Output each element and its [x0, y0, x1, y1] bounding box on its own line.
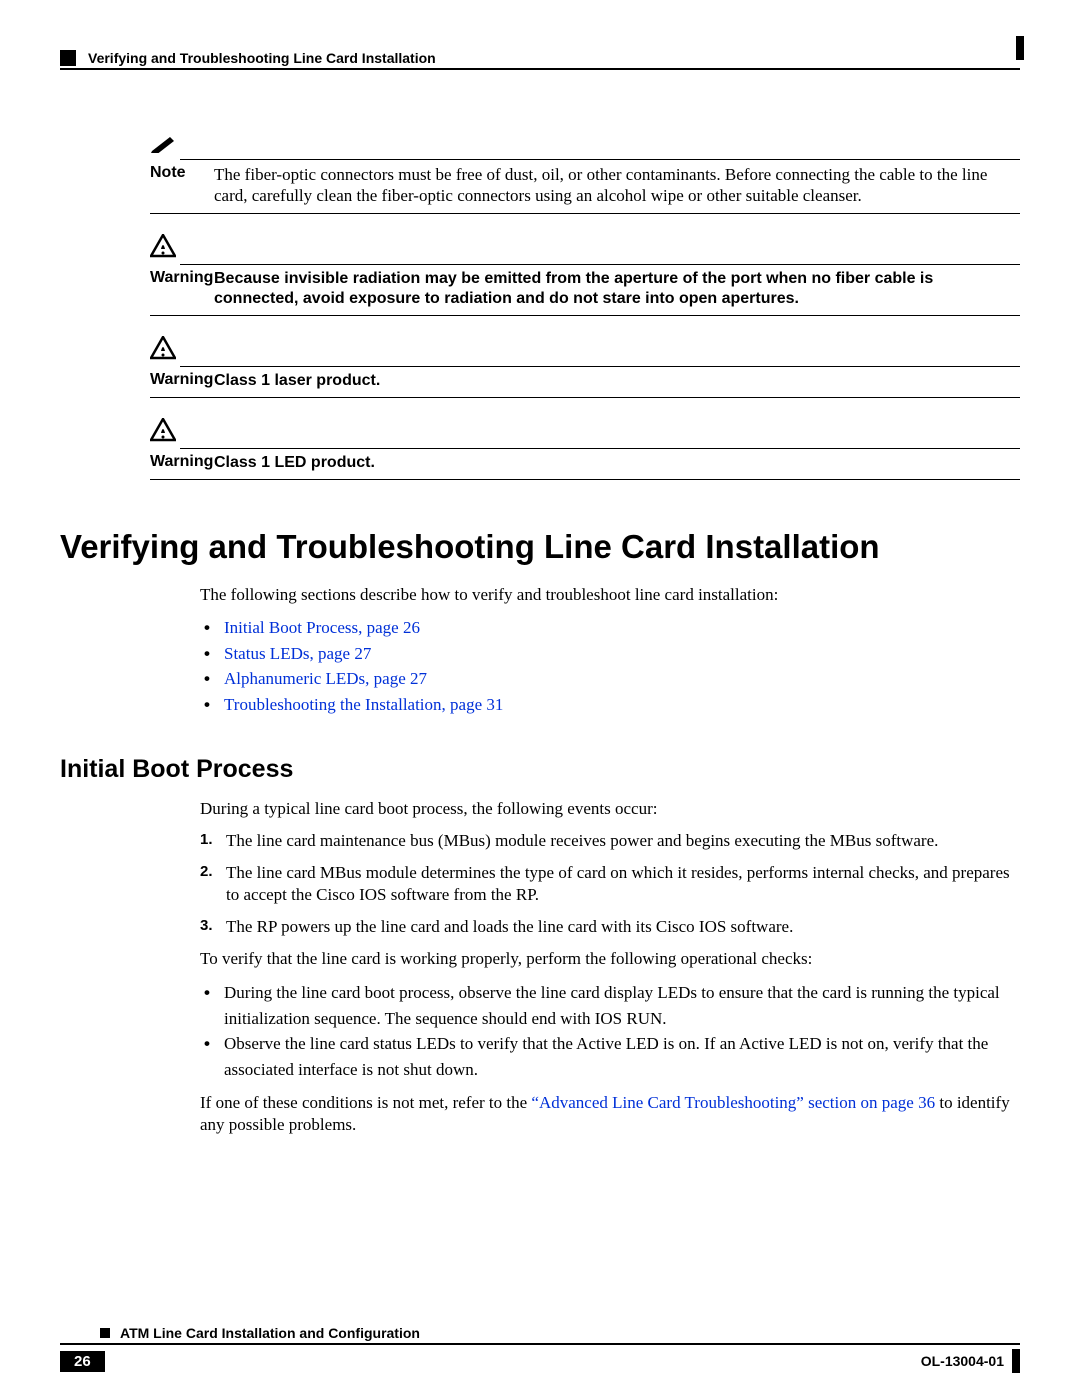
- note-text: The fiber-optic connectors must be free …: [214, 164, 1020, 207]
- check-item: Observe the line card status LEDs to ver…: [200, 1031, 1010, 1082]
- warning-label: Warning: [150, 269, 214, 309]
- warning-label: Warning: [150, 371, 214, 391]
- closing-pre: If one of these conditions is not met, r…: [200, 1093, 531, 1112]
- footer-doc-title: ATM Line Card Installation and Configura…: [120, 1325, 420, 1341]
- warning-icon: [150, 234, 180, 265]
- check-text: During the line card boot process, obser…: [224, 983, 1000, 1028]
- warning-icon: [150, 336, 180, 367]
- footer-right-mark: [1012, 1349, 1020, 1373]
- header-rule: [60, 68, 1020, 70]
- subsection-heading: Initial Boot Process: [60, 755, 1020, 784]
- toc-item[interactable]: Alphanumeric LEDs, page 27: [200, 666, 1010, 692]
- closing-link[interactable]: “Advanced Line Card Troubleshooting” sec…: [531, 1093, 935, 1112]
- step-item: 1.The line card maintenance bus (MBus) m…: [200, 830, 1010, 852]
- header-right-mark: [1016, 36, 1024, 60]
- closing-paragraph: If one of these conditions is not met, r…: [200, 1092, 1010, 1136]
- sub-intro: During a typical line card boot process,…: [200, 798, 1010, 820]
- toc-link[interactable]: Alphanumeric LEDs, page 27: [224, 669, 427, 688]
- step-item: 3.The RP powers up the line card and loa…: [200, 916, 1010, 938]
- header-bullet-icon: [60, 50, 76, 66]
- warning-label: Warning: [150, 453, 214, 473]
- toc-item[interactable]: Initial Boot Process, page 26: [200, 615, 1010, 641]
- step-text: The RP powers up the line card and loads…: [226, 917, 793, 936]
- section-heading: Verifying and Troubleshooting Line Card …: [60, 528, 1020, 566]
- running-header: Verifying and Troubleshooting Line Card …: [60, 50, 1020, 66]
- footer-rule: [60, 1343, 1020, 1345]
- check-item: During the line card boot process, obser…: [200, 980, 1010, 1031]
- warning-callout-2: Warning Class 1 laser product.: [150, 336, 1020, 398]
- toc-list: Initial Boot Process, page 26 Status LED…: [200, 615, 1010, 717]
- checks-list: During the line card boot process, obser…: [200, 980, 1010, 1082]
- note-label: Note: [150, 164, 214, 207]
- warning-callout-3: Warning Class 1 LED product.: [150, 418, 1020, 480]
- step-item: 2.The line card MBus module determines t…: [200, 862, 1010, 906]
- verify-intro: To verify that the line card is working …: [200, 948, 1010, 970]
- steps-list: 1.The line card maintenance bus (MBus) m…: [200, 830, 1010, 938]
- doc-id: OL-13004-01: [921, 1353, 1004, 1369]
- toc-link[interactable]: Troubleshooting the Installation, page 3…: [224, 695, 503, 714]
- step-text: The line card MBus module determines the…: [226, 863, 1010, 904]
- warning-text: Class 1 LED product.: [214, 453, 1020, 473]
- warning-text: Because invisible radiation may be emitt…: [214, 269, 1020, 309]
- intro-paragraph: The following sections describe how to v…: [200, 584, 1010, 606]
- toc-link[interactable]: Initial Boot Process, page 26: [224, 618, 420, 637]
- pencil-icon: [150, 130, 180, 160]
- warning-callout-1: Warning Because invisible radiation may …: [150, 234, 1020, 316]
- step-text: The line card maintenance bus (MBus) mod…: [226, 831, 938, 850]
- page-number: 26: [60, 1351, 105, 1372]
- check-text: Observe the line card status LEDs to ver…: [224, 1034, 988, 1079]
- note-callout: Note The fiber-optic connectors must be …: [150, 130, 1020, 214]
- page: Verifying and Troubleshooting Line Card …: [0, 0, 1080, 1397]
- toc-link[interactable]: Status LEDs, page 27: [224, 644, 371, 663]
- warning-text: Class 1 laser product.: [214, 371, 1020, 391]
- warning-icon: [150, 418, 180, 449]
- running-title: Verifying and Troubleshooting Line Card …: [88, 50, 436, 66]
- page-footer: ATM Line Card Installation and Configura…: [60, 1325, 1020, 1373]
- footer-bullet-icon: [100, 1328, 110, 1338]
- toc-item[interactable]: Troubleshooting the Installation, page 3…: [200, 692, 1010, 718]
- toc-item[interactable]: Status LEDs, page 27: [200, 641, 1010, 667]
